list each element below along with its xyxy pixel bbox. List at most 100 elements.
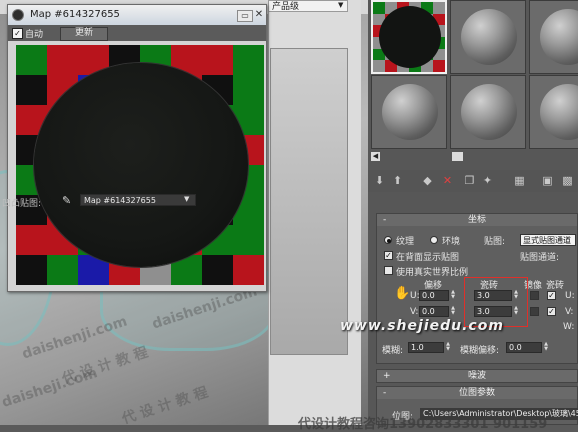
map-window-toolbar: ✓ 自动 更新 (8, 25, 266, 41)
show-map-icon[interactable]: ▦ (512, 173, 527, 188)
checker-tile (16, 45, 47, 75)
blur-offset-label: 模糊偏移: (460, 346, 500, 356)
offset-v-spinner[interactable]: ▲ ▼ (450, 306, 456, 317)
copy-material-icon[interactable]: ❐ (462, 173, 477, 188)
blur-input[interactable]: 1.0 (408, 342, 444, 353)
update-button[interactable]: 更新 (60, 27, 108, 41)
offset-u-input[interactable]: 0.0 (419, 290, 449, 301)
make-unique-icon[interactable]: ✦ (480, 173, 495, 188)
v-label: V: (410, 307, 419, 317)
tile-v-checkbox[interactable]: ✓ (547, 307, 556, 316)
slot-checker-tile (373, 60, 385, 72)
environment-label: 环境 (442, 237, 461, 247)
material-editor-sidebar (270, 48, 348, 355)
scroll-left-icon[interactable]: ◀ (371, 152, 380, 161)
real-world-checkbox[interactable] (384, 266, 393, 275)
show-end-result-icon[interactable]: ▣ (540, 173, 555, 188)
auto-checkbox[interactable]: ✓ (12, 28, 23, 39)
checker-tile (202, 255, 233, 285)
material-sphere (461, 84, 517, 140)
show-on-back-label: 在背面显示贴图 (396, 253, 460, 263)
mirror-u-checkbox[interactable] (530, 291, 539, 300)
bump-map-label: 凹凸贴图: (2, 199, 42, 209)
u-label-right: U: (565, 291, 575, 301)
map-window-icon (12, 9, 24, 21)
environment-radio[interactable] (430, 236, 438, 244)
preset-dropdown[interactable]: 产品级 (268, 0, 348, 12)
show-on-back-checkbox[interactable]: ✓ (384, 251, 393, 260)
material-slot[interactable] (450, 0, 526, 74)
mapping-label: 贴图: (484, 237, 506, 247)
checker-tile (16, 225, 47, 255)
map-preview-window[interactable]: Map #614327655 ▭ ✕ ✓ 自动 更新 (7, 4, 267, 292)
material-slot[interactable] (450, 75, 526, 149)
go-to-parent-icon[interactable]: ▩ (560, 173, 575, 188)
put-to-scene-icon[interactable]: ⬆ (390, 173, 405, 188)
offset-v-input[interactable]: 0.0 (419, 306, 449, 317)
material-sphere (382, 84, 438, 140)
mapping-dropdown[interactable]: 显式贴图通道 (520, 234, 576, 246)
material-slot[interactable] (529, 75, 578, 149)
checker-tile (233, 255, 264, 285)
material-slot[interactable] (371, 75, 447, 149)
slot-checker-tile (433, 60, 445, 72)
real-world-label: 使用真实世界比例 (396, 268, 469, 278)
checker-tile (16, 255, 47, 285)
eyedropper-icon[interactable]: ✎ (62, 194, 71, 207)
blur-spinner[interactable]: ▲ ▼ (445, 342, 451, 353)
w-label: W: (563, 322, 575, 332)
bitmap-title: 位图参数 (458, 388, 495, 398)
blur-label: 模糊: (382, 346, 404, 356)
map-name-field[interactable]: Map #614327655 (80, 194, 196, 206)
preview-sphere (34, 63, 248, 267)
offset-u-spinner[interactable]: ▲ ▼ (450, 290, 456, 301)
assign-to-selection-icon[interactable]: ◆ (420, 173, 435, 188)
checker-tile (202, 45, 233, 75)
bitmap-rollout-header[interactable]: - 位图参数 (377, 387, 577, 399)
chevron-down-icon[interactable]: ▼ (184, 195, 189, 203)
chevron-down-icon[interactable]: ▼ (338, 1, 346, 11)
scroll-thumb[interactable] (452, 152, 463, 161)
blur-offset-input[interactable]: 0.0 (506, 342, 542, 353)
checker-tile (47, 45, 78, 75)
texture-radio[interactable] (384, 236, 392, 244)
minimize-icon[interactable]: ▭ (237, 10, 253, 22)
slot-checker-tile (373, 2, 385, 14)
site-watermark: www.shejiedu.com (340, 318, 504, 334)
checker-tile (233, 45, 264, 75)
noise-rollout[interactable]: + 噪波 (376, 369, 578, 383)
material-toolbar: ⬇ ⬆ ◆ ✕ ❐ ✦ ▦ ▣ ▩ (368, 170, 578, 192)
map-window-title: Map #614327655 (30, 9, 120, 20)
auto-label: 自动 (25, 30, 44, 40)
reset-map-icon[interactable]: ✕ (440, 173, 455, 188)
close-icon[interactable]: ✕ (253, 10, 265, 20)
v-label-right: V: (565, 307, 574, 317)
tile-u-checkbox[interactable]: ✓ (547, 291, 556, 300)
hand-cursor-icon: ✋ (394, 286, 411, 301)
material-slot[interactable] (529, 0, 578, 74)
material-sphere (379, 6, 441, 68)
checker-tile (16, 75, 47, 105)
map-preview-canvas (16, 45, 264, 285)
slot-checker-tile (433, 2, 445, 14)
material-slot-active[interactable] (371, 0, 447, 74)
map-channel-label: 贴图通道: (520, 253, 560, 263)
bottom-watermark: 代设计教程咨询13902833301 901159 (298, 417, 548, 432)
slot-scrollbar[interactable] (368, 150, 578, 164)
noise-title: 噪波 (467, 371, 486, 381)
map-window-titlebar[interactable]: Map #614327655 ▭ ✕ (8, 5, 266, 25)
viewport-watermark: daisheji.com (0, 365, 100, 411)
material-sphere (540, 84, 578, 140)
mirror-v-checkbox[interactable] (530, 307, 539, 316)
material-sphere (540, 9, 578, 65)
viewport-watermark: 代 设 计 教 程 (120, 384, 211, 425)
blur-offset-spinner[interactable]: ▲ ▼ (543, 342, 549, 353)
checker-tile (233, 225, 264, 255)
checker-tile (47, 255, 78, 285)
texture-label: 纹理 (396, 237, 415, 247)
tile-header: 瓷砖 (546, 281, 565, 291)
get-material-icon[interactable]: ⬇ (372, 173, 387, 188)
coordinates-title: 坐标 (467, 215, 486, 225)
coordinates-rollout-header[interactable]: - 坐标 (377, 214, 577, 226)
material-sphere (461, 9, 517, 65)
